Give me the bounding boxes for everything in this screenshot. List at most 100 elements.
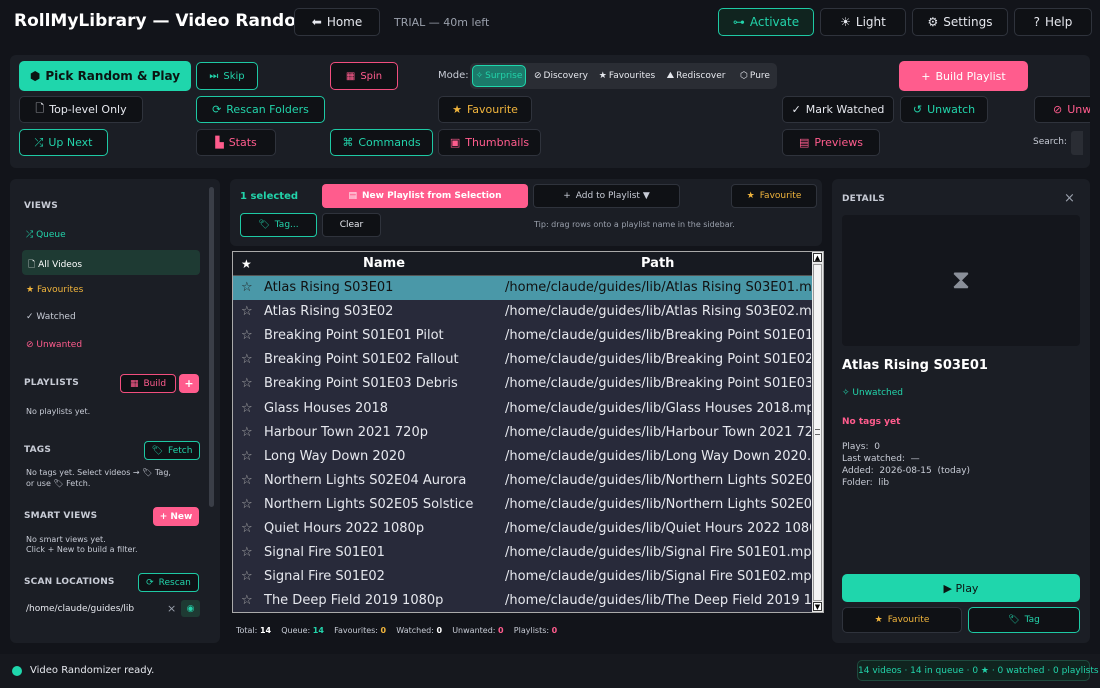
star-toggle-icon[interactable]: ☆ <box>241 304 253 319</box>
favourites-count: 0 <box>380 626 387 635</box>
light-button[interactable]: ☀ Light <box>820 8 906 36</box>
tag-selection-button[interactable]: 🏷 Tag... <box>240 213 317 237</box>
top-level-only-button[interactable]: 🗋 Top-level Only <box>19 96 143 123</box>
star-toggle-icon[interactable]: ☆ <box>241 593 253 608</box>
row-path: /home/claude/guides/lib/Breaking Point S… <box>505 328 811 344</box>
mode-discovery[interactable]: ⊘ Discovery <box>531 65 591 87</box>
search-input[interactable] <box>1071 131 1083 155</box>
commands-button[interactable]: ⌘ Commands <box>330 129 433 156</box>
star-toggle-icon[interactable]: ☆ <box>241 328 253 343</box>
star-toggle-icon[interactable]: ☆ <box>241 280 253 295</box>
table-row[interactable]: ☆ Signal Fire S01E02/home/claude/guides/l… <box>233 565 812 589</box>
table-row[interactable]: ☆ Northern Lights S02E05 Solstice/home/cl… <box>233 493 812 517</box>
sidebar-item-queue[interactable]: ⤮ Queue <box>22 225 200 245</box>
star-icon: ★ <box>746 191 755 201</box>
add-playlist-button[interactable]: + <box>179 374 199 393</box>
details-tag-button[interactable]: 🏷 Tag <box>968 607 1080 633</box>
video-table: ★ Name Path ☆ Atlas Rising S03E01/home/cl… <box>232 251 824 613</box>
details-favourite-button[interactable]: ★ Favourite <box>842 607 962 633</box>
arrow-left-icon: ⬅ <box>311 15 322 29</box>
spin-button[interactable]: ▦ Spin <box>330 62 398 90</box>
sidebar-item-unwanted[interactable]: ⊘ Unwanted <box>22 335 200 355</box>
sidebar-item-all-videos[interactable]: 🗋 All Videos <box>22 250 200 275</box>
new-playlist-from-selection-button[interactable]: ▤ New Playlist from Selection <box>322 184 528 208</box>
table-row[interactable]: ☆ Harbour Town 2021 720p/home/claude/guid… <box>233 421 812 445</box>
table-row[interactable]: ☆ Northern Lights S02E04 Aurora/home/clau… <box>233 469 812 493</box>
mode-surprise[interactable]: ✧ Surprise <box>472 65 526 87</box>
home-button[interactable]: ⬅ Home <box>294 8 380 36</box>
star-toggle-icon[interactable]: ☆ <box>241 376 253 391</box>
column-name[interactable]: Name <box>363 256 405 271</box>
add-to-playlist-button[interactable]: + Add to Playlist ▼ <box>533 184 680 208</box>
scan-path: /home/claude/guides/lib <box>26 604 135 614</box>
table-row[interactable]: ☆ Breaking Point S01E01 Pilot/home/claude… <box>233 324 812 348</box>
table-row[interactable]: ☆ Atlas Rising S03E02/home/claude/guides/… <box>233 300 812 324</box>
table-row[interactable]: ☆ Quiet Hours 2022 1080p/home/claude/guid… <box>233 517 812 541</box>
new-smart-view-button[interactable]: + New <box>153 507 199 526</box>
star-toggle-icon[interactable]: ☆ <box>241 521 253 536</box>
star-toggle-icon[interactable]: ☆ <box>241 473 253 488</box>
cube-icon: ⬢ <box>29 69 41 83</box>
sidebar-item-watched[interactable]: ✓ Watched <box>22 307 200 327</box>
star-toggle-icon[interactable]: ☆ <box>241 545 253 560</box>
table-row[interactable]: ☆ Glass Houses 2018/home/claude/guides/li… <box>233 397 812 421</box>
help-button[interactable]: ? Help <box>1014 8 1092 36</box>
star-toggle-icon[interactable]: ☆ <box>241 569 253 584</box>
rescan-button[interactable]: ⟳ Rescan <box>138 573 199 592</box>
pick-random-button[interactable]: ⬢ Pick Random & Play <box>19 61 191 91</box>
previews-button[interactable]: ▤ Previews <box>782 129 880 156</box>
row-name: Glass Houses 2018 <box>264 400 389 416</box>
star-toggle-icon[interactable]: ☆ <box>241 352 253 367</box>
table-row[interactable]: ☆ Long Way Down 2020/home/claude/guides/l… <box>233 445 812 469</box>
mode-rediscover[interactable]: ⛰ Rediscover <box>662 65 730 87</box>
rescan-folders-button[interactable]: ⟳ Rescan Folders <box>196 96 325 123</box>
mark-watched-button[interactable]: ✓ Mark Watched <box>782 96 894 123</box>
star-toggle-icon[interactable]: ☆ <box>241 449 253 464</box>
star-toggle-icon[interactable]: ☆ <box>241 425 253 440</box>
star-toggle-icon[interactable]: ☆ <box>241 401 253 416</box>
play-button[interactable]: ▶ Play <box>842 574 1080 602</box>
star-toggle-icon[interactable]: ☆ <box>241 497 253 512</box>
sidebar-item-favourites[interactable]: ★ Favourites <box>22 280 200 300</box>
close-icon[interactable]: × <box>1064 191 1075 206</box>
table-row[interactable]: ☆ Breaking Point S01E02 Fallout/home/clau… <box>233 348 812 372</box>
stats-button[interactable]: ▙ Stats <box>196 129 276 156</box>
smart-empty-line1: No smart views yet. <box>26 535 106 544</box>
unwanted-button[interactable]: ⊘ Unw <box>1034 96 1090 123</box>
scroll-up-arrow[interactable]: ▲ <box>813 253 822 262</box>
up-next-button[interactable]: ⤮ Up Next <box>19 129 108 156</box>
table-scrollbar[interactable]: ▲ ▼ <box>812 252 823 612</box>
skip-button[interactable]: ⏭ Skip <box>196 62 258 90</box>
eye-icon[interactable]: ◉ <box>181 600 200 617</box>
row-path: /home/claude/guides/lib/Breaking Point S… <box>505 352 811 368</box>
table-row[interactable]: ☆ Signal Fire S01E01/home/claude/guides/l… <box>233 541 812 565</box>
plus-icon: + <box>921 69 931 83</box>
table-row[interactable]: ☆ Atlas Rising S03E01/home/claude/guides/… <box>233 276 812 300</box>
table-row[interactable]: ☆ The Deep Field 2019 1080p/home/claude/g… <box>233 589 812 612</box>
table-row[interactable]: ☆ Breaking Point S01E03 Debris/home/claud… <box>233 372 812 396</box>
build-playlist-sidebar-button[interactable]: ▦ Build <box>120 374 176 393</box>
favourite-button[interactable]: ★ Favourite <box>438 96 532 123</box>
search-label: Search: <box>1033 137 1067 147</box>
tag-icon: 🏷 <box>151 445 164 456</box>
row-name: Breaking Point S01E03 Debris <box>264 376 458 392</box>
remove-path-icon[interactable]: × <box>167 602 176 615</box>
unwatch-button[interactable]: ↺ Unwatch <box>900 96 988 123</box>
settings-button[interactable]: ⚙ Settings <box>912 8 1008 36</box>
activate-button[interactable]: ⊶ Activate <box>718 8 814 36</box>
mode-favourites[interactable]: ★ Favourites <box>595 65 659 87</box>
column-star[interactable]: ★ <box>241 257 252 271</box>
fetch-tags-button[interactable]: 🏷 Fetch <box>144 441 200 460</box>
mode-pure[interactable]: ⬡ Pure <box>734 65 776 87</box>
scroll-thumb[interactable] <box>813 264 822 601</box>
sidebar-scrollbar[interactable] <box>209 187 214 507</box>
scroll-down-arrow[interactable]: ▼ <box>813 602 822 611</box>
column-path[interactable]: Path <box>641 256 674 271</box>
thumbnails-button[interactable]: ▣ Thumbnails <box>438 129 541 156</box>
row-name: Harbour Town 2021 720p <box>264 424 428 440</box>
build-playlist-button[interactable]: + Build Playlist <box>899 61 1028 91</box>
selection-favourite-button[interactable]: ★ Favourite <box>731 184 817 208</box>
file-icon: 🗋 <box>35 102 45 115</box>
clear-selection-button[interactable]: Clear <box>322 213 381 237</box>
row-path: /home/claude/guides/lib/Signal Fire S01E… <box>505 545 811 561</box>
